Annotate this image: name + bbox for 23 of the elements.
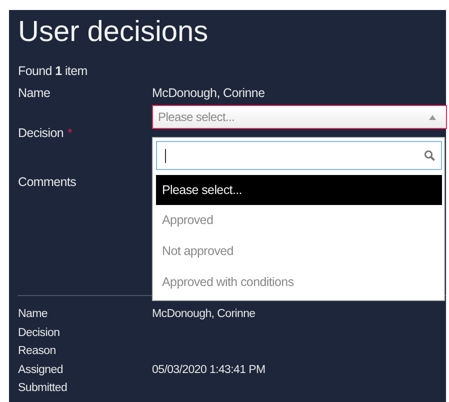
dropdown-option[interactable]: Approved [156,205,442,236]
page-title: User decisions [18,15,210,50]
detail-label: Assigned [18,364,64,378]
field-label: Name [18,86,52,100]
detail-label: Decision [18,326,61,340]
detail-label: Name [18,308,48,322]
detail-label: Submitted [18,382,68,396]
field-label: Decision [18,126,64,140]
search-field[interactable] [156,141,442,170]
field-value: McDonough, Corinne [152,86,265,100]
caret-up-icon [429,114,436,120]
required-marker: * [68,126,72,140]
result-count: Found 1 item [18,63,88,80]
field-label: Comments [18,175,78,189]
detail-value: McDonough, Corinne [152,308,256,322]
text-cursor [165,148,166,162]
detail-label: Reason [18,345,57,359]
dropdown-option[interactable]: Approved with conditions [156,267,442,298]
detail-value: 05/03/2020 1:43:41 PM [152,364,266,378]
search-icon [424,150,435,161]
dropdown-option[interactable]: Please select... [156,175,442,205]
dropdown-option[interactable]: Not approved [156,236,442,267]
decision-dropdown[interactable]: Please select... [152,105,447,129]
